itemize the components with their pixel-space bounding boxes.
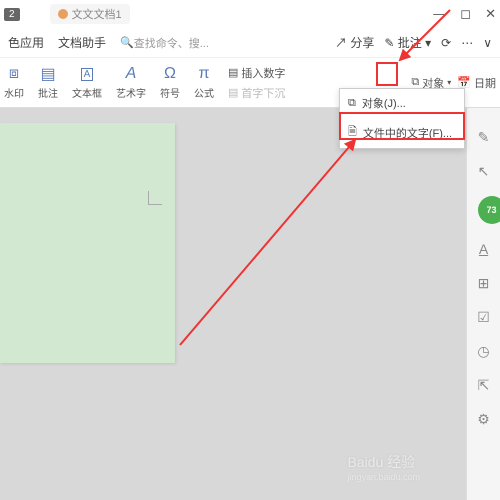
collapse-icon[interactable]: ∨ [483,36,492,50]
minimize-button[interactable]: — [433,6,446,22]
grid-icon[interactable]: ⊞ [475,274,493,292]
textbox-tool[interactable]: A 文本框 [72,65,102,100]
share-icon[interactable]: ⇱ [475,376,493,394]
search-box[interactable]: 🔍 查找命令、搜... [120,35,209,51]
dropdown-text-from-file-item[interactable]: 🗎 文件中的文字(F)... [340,117,464,148]
file-text-icon: 🗎 [348,123,357,142]
dropdown-object-item[interactable]: ⧉ 对象(J)... [340,89,464,117]
margin-marker [148,191,162,205]
document-canvas[interactable] [0,108,466,500]
document-page[interactable] [0,123,175,363]
sync-icon[interactable]: ⟳ [441,36,451,50]
document-name: 文文文档1 [72,6,122,22]
watermark-icon: ⧈ [4,65,24,83]
menu-doc-helper[interactable]: 文档助手 [58,34,106,51]
document-dot-icon [58,9,68,19]
cursor-icon[interactable]: ↖ [475,162,493,180]
close-button[interactable]: ✕ [485,6,496,22]
checkbox-icon[interactable]: ☑ [475,308,493,326]
wordart-tool[interactable]: A 艺术字 [116,65,146,100]
score-badge[interactable]: 73 [478,196,500,224]
comment-tool[interactable]: ▤ 批注 [38,65,58,100]
more-icon[interactable]: ⋯ [461,36,473,50]
gear-icon[interactable]: ⚙ [475,410,493,428]
annotate-button[interactable]: ✎ 批注 ▾ [384,34,431,51]
dropcap-icon: ▤ [228,86,238,99]
search-icon: 🔍 [120,36,134,49]
document-tab[interactable]: 文文文档1 [50,4,130,24]
share-button[interactable]: ↗ 分享 [335,34,374,51]
object-menu-icon: ⧉ [348,97,356,110]
tab-count-badge: 2 [4,8,20,21]
menu-bar: 色应用 文档助手 🔍 查找命令、搜... ↗ 分享 ✎ 批注 ▾ ⟳ ⋯ ∨ [0,28,500,58]
window-controls: — ◻ ✕ [433,6,496,22]
symbol-icon: Ω [160,65,180,83]
object-dropdown-menu: ⧉ 对象(J)... 🗎 文件中的文字(F)... [339,88,465,149]
pencil-icon[interactable]: ✎ [475,128,493,146]
formula-tool[interactable]: π 公式 [194,65,214,100]
comment-icon: ▤ [38,65,58,83]
right-sidebar: ✎ ↖ 73 A ⊞ ☑ ◷ ⇱ ⚙ [466,108,500,500]
textbox-icon: A [77,65,97,83]
watermark-tool[interactable]: ⧈ 水印 [4,65,24,100]
maximize-button[interactable]: ◻ [460,6,471,22]
number-icon: ▤ [228,66,238,79]
symbol-tool[interactable]: Ω 符号 [160,65,180,100]
chevron-down-icon: ▾ [447,78,451,87]
watermark: Baidu 经验 jingyan.baidu.com [347,452,420,482]
wordart-icon: A [121,65,141,83]
clock-icon[interactable]: ◷ [475,342,493,360]
dropcap-tool[interactable]: ▤ 首字下沉 [228,85,285,101]
formula-icon: π [194,65,214,83]
insert-number-tool[interactable]: ▤ 插入数字 [228,65,285,81]
title-bar: 2 文文文档1 — ◻ ✕ [0,0,500,28]
text-style-icon[interactable]: A [475,240,493,258]
menu-color-app[interactable]: 色应用 [8,34,44,51]
search-placeholder: 查找命令、搜... [134,35,209,51]
